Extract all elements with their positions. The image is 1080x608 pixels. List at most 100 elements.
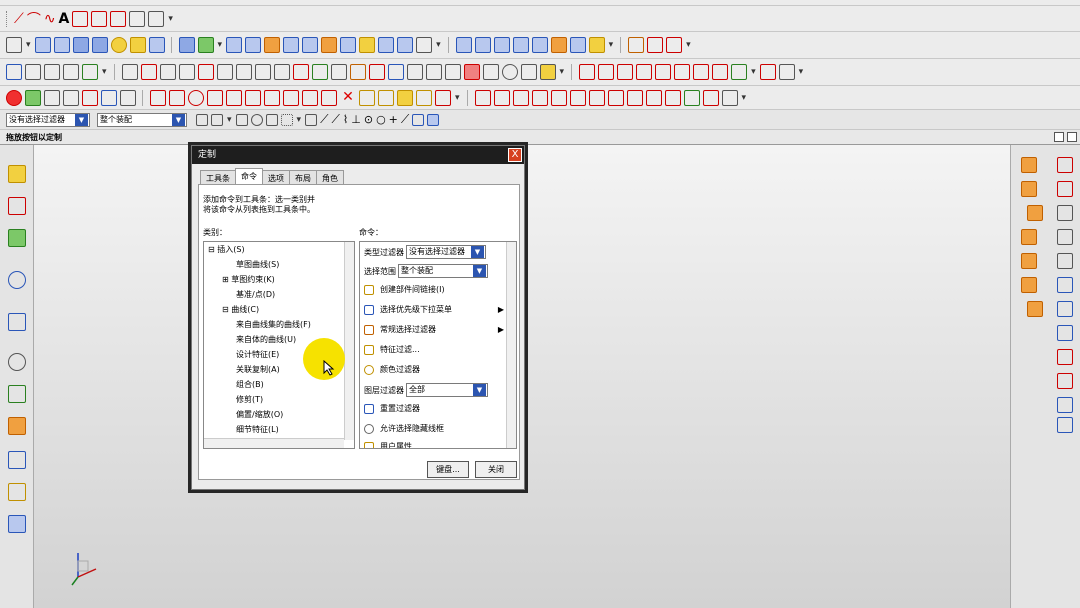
display-2-icon[interactable]: [140, 64, 157, 80]
component-2-icon[interactable]: [1057, 181, 1073, 197]
commands-list[interactable]: 类型过滤器 没有选择过滤器 选择范围 整个装配 创建部件间链接(I) 选择优先级…: [359, 241, 517, 449]
toolbar-more-icon[interactable]: ▾: [168, 14, 173, 24]
surface-3-icon[interactable]: [493, 37, 510, 53]
analysis-2-icon[interactable]: [647, 37, 664, 53]
constraint-navigator-icon[interactable]: [8, 197, 26, 215]
tool-6-icon[interactable]: [101, 89, 117, 106]
category-offset-scale[interactable]: 偏置/缩放(O): [236, 409, 283, 420]
command-item[interactable]: 选择优先级下拉菜单 ▶: [360, 304, 516, 315]
commands-vertical-scrollbar[interactable]: [506, 242, 516, 448]
move-layer-icon[interactable]: [82, 64, 98, 80]
subtract-icon[interactable]: [245, 37, 262, 53]
type-filter-dropdown[interactable]: 没有选择过滤器: [406, 245, 486, 259]
tool-7-icon[interactable]: [120, 89, 136, 106]
snap-2-icon[interactable]: [250, 113, 263, 126]
display-11-icon[interactable]: [311, 64, 328, 80]
category-design-feature[interactable]: 设计特征(E): [236, 349, 279, 360]
tool-28-icon[interactable]: [550, 89, 567, 106]
layer-filter-dropdown[interactable]: 全部: [406, 383, 488, 397]
component-1-icon[interactable]: [1057, 157, 1073, 173]
tool-15-icon[interactable]: [283, 89, 299, 106]
tool-29-icon[interactable]: [569, 89, 586, 106]
selection-filter-dropdown[interactable]: 没有选择过滤器: [6, 112, 90, 127]
tool-12-icon[interactable]: [226, 89, 242, 106]
tool-20-icon[interactable]: [378, 89, 394, 106]
general-filter-icon[interactable]: [196, 113, 208, 126]
surface-8-icon[interactable]: [588, 37, 605, 53]
surface-7-icon[interactable]: [569, 37, 586, 53]
tool-23-icon[interactable]: [435, 89, 451, 106]
grid-icon[interactable]: [425, 64, 442, 80]
hourglass-icon[interactable]: [539, 64, 556, 80]
command-item[interactable]: 允许选择隐藏线框: [360, 423, 516, 434]
text-icon[interactable]: A: [59, 11, 70, 27]
process-studio-icon[interactable]: [8, 417, 26, 435]
surface-4-icon[interactable]: [512, 37, 529, 53]
roles-icon[interactable]: [8, 483, 26, 501]
line-icon[interactable]: ⟋: [14, 11, 24, 27]
assembly-5-icon[interactable]: [1021, 253, 1037, 269]
category-sketch-constraints[interactable]: ⊞ 草图约束(K): [222, 274, 275, 285]
selection-scope-dropdown[interactable]: 整个装配: [97, 112, 187, 127]
tool-17-icon[interactable]: [321, 89, 337, 106]
hole-icon[interactable]: [129, 37, 146, 53]
component-7-icon[interactable]: [1057, 301, 1073, 317]
record-icon[interactable]: [6, 89, 22, 106]
sew-icon[interactable]: [416, 37, 433, 53]
keyboard-button[interactable]: 键盘...: [427, 461, 469, 478]
curve-icon[interactable]: ∿: [44, 11, 56, 27]
category-curve[interactable]: ⊟ 曲线(C): [222, 304, 259, 315]
assembly-1-icon[interactable]: [1021, 157, 1037, 173]
component-4-icon[interactable]: [1057, 229, 1073, 245]
tool-32-icon[interactable]: [626, 89, 643, 106]
dialog-titlebar[interactable]: 定制 X: [192, 146, 524, 164]
measure-angle-icon[interactable]: [482, 64, 499, 80]
extrude-icon[interactable]: [34, 37, 51, 53]
assembly-4-icon[interactable]: [1021, 229, 1037, 245]
component-6-icon[interactable]: [1057, 277, 1073, 293]
assembly-2-icon[interactable]: [1021, 181, 1037, 197]
tool-37-icon[interactable]: [721, 89, 738, 106]
misc-10-icon[interactable]: [759, 64, 776, 80]
mirror-curve-icon[interactable]: [91, 10, 108, 27]
split-body-icon[interactable]: [397, 37, 414, 53]
misc-1-icon[interactable]: [579, 64, 596, 80]
component-8-icon[interactable]: [1057, 325, 1073, 341]
tool-21-icon[interactable]: [397, 89, 413, 106]
misc-9-icon[interactable]: [731, 64, 748, 80]
delete-icon[interactable]: ✕: [340, 90, 356, 106]
command-item[interactable]: 颜色过滤器: [360, 364, 516, 375]
cube-red-icon[interactable]: [463, 64, 480, 80]
tool-22-icon[interactable]: [416, 89, 432, 106]
tool-36-icon[interactable]: [702, 89, 719, 106]
category-insert[interactable]: ⊟ 插入(S): [208, 244, 245, 255]
snap-3-icon[interactable]: [265, 113, 278, 126]
category-sketch-curve[interactable]: 草图曲线(S): [236, 259, 279, 270]
tool-31-icon[interactable]: [607, 89, 624, 106]
boss-icon[interactable]: [148, 37, 165, 53]
scope-dropdown[interactable]: 整个装配: [398, 264, 488, 278]
assembly-7-icon[interactable]: [1027, 301, 1043, 317]
component-11-icon[interactable]: [1057, 397, 1073, 413]
mirror-feature-icon[interactable]: [197, 37, 214, 53]
display-10-icon[interactable]: [292, 64, 309, 80]
unite-icon[interactable]: [226, 37, 243, 53]
arc-icon[interactable]: ⌒: [27, 9, 41, 29]
misc-8-icon[interactable]: [712, 64, 729, 80]
category-associative-copy[interactable]: 关联复制(A): [236, 364, 280, 375]
system-scenes-icon[interactable]: [8, 515, 26, 533]
reuse-library-icon[interactable]: [8, 271, 26, 289]
snap-point-icon[interactable]: +: [389, 113, 398, 126]
tool-4-icon[interactable]: [63, 89, 79, 106]
panel-restore-icon[interactable]: [1054, 132, 1064, 142]
component-9-icon[interactable]: [1057, 349, 1073, 365]
draft-icon[interactable]: [340, 37, 357, 53]
trim-body-icon[interactable]: [378, 37, 395, 53]
edge-blend-icon[interactable]: [283, 37, 300, 53]
command-item[interactable]: 特征过滤...: [360, 344, 516, 355]
intersect-icon[interactable]: [264, 37, 281, 53]
tool-14-icon[interactable]: [264, 89, 280, 106]
misc-4-icon[interactable]: [636, 64, 653, 80]
block-icon[interactable]: [91, 37, 108, 53]
tool-35-icon[interactable]: [683, 89, 700, 106]
